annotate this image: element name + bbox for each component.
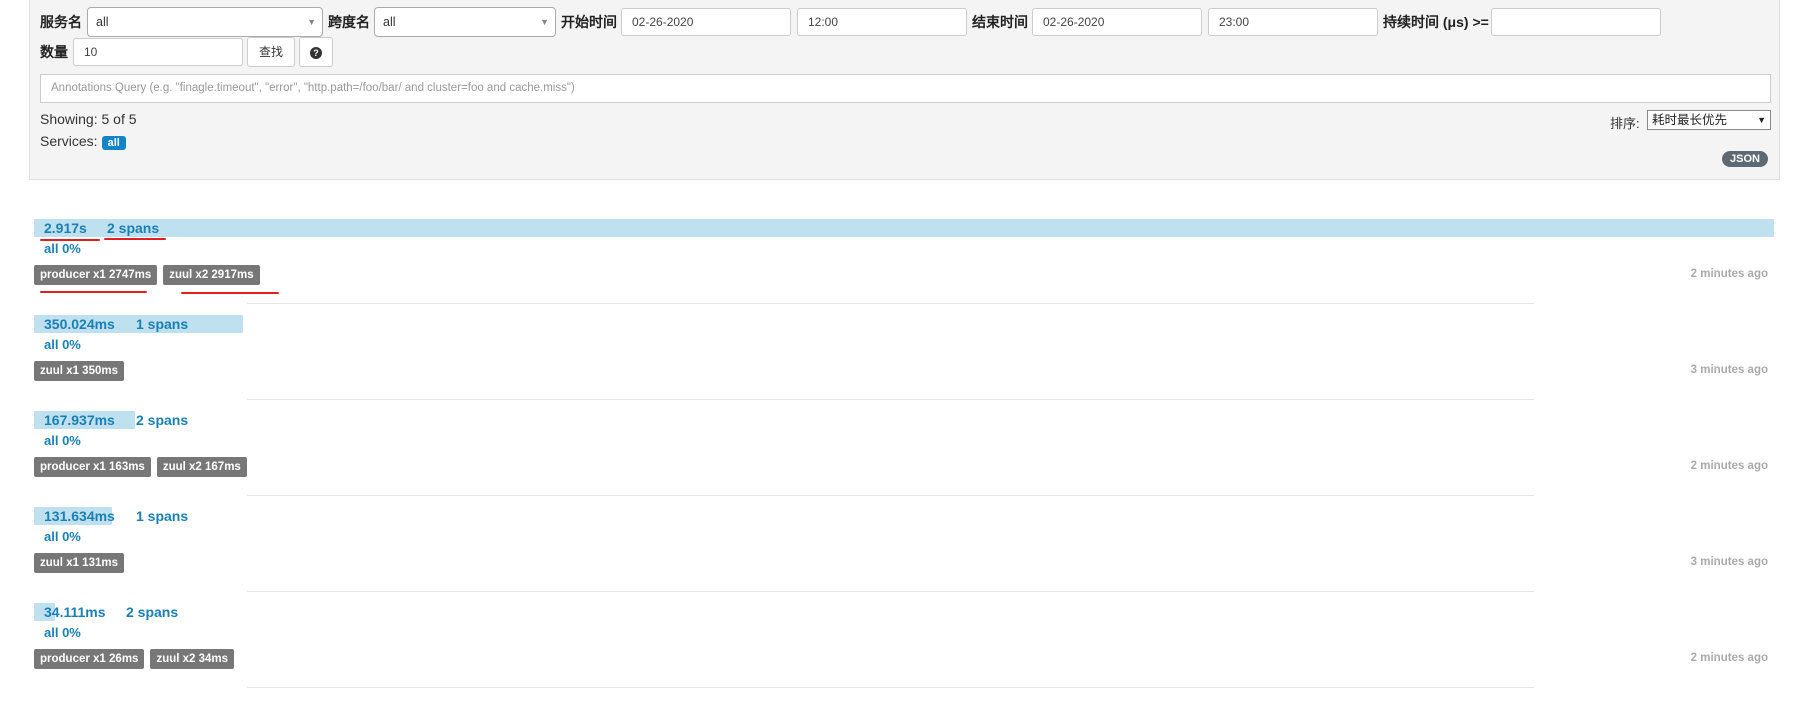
sort-label: 排序: [1610, 116, 1640, 131]
trace-duration[interactable]: 2.917s [44, 219, 87, 237]
service-tag: zuul x2 2917ms [163, 265, 260, 285]
service-tag: zuul x1 131ms [34, 553, 124, 573]
trace-duration[interactable]: 131.634ms [44, 507, 115, 525]
service-tag: zuul x1 350ms [34, 361, 124, 381]
trace-item[interactable]: 131.634ms 1 spans all 0% zuul x1 131ms 3… [34, 507, 1774, 602]
duration-input[interactable] [1491, 8, 1661, 36]
trace-duration[interactable]: 34.111ms [44, 603, 106, 621]
trace-span-count: 2 spans [136, 412, 189, 428]
service-tag: producer x1 2747ms [34, 265, 158, 285]
divider [247, 399, 1534, 400]
trace-timestamp: 3 minutes ago [1690, 364, 1768, 376]
trace-span-count: 2 spans [126, 604, 179, 620]
trace-item[interactable]: 2.917s 2 spans all 0% producer x1 2747ms… [34, 219, 1774, 314]
service-tags: producer x1 2747ms zuul x2 2917ms [34, 265, 266, 285]
json-button[interactable]: JSON [1722, 151, 1768, 167]
trace-span-count: 2 spans [107, 220, 160, 236]
trace-timestamp: 3 minutes ago [1690, 556, 1768, 568]
annotations-query-input[interactable]: Annotations Query (e.g. "finagle.timeout… [40, 74, 1771, 103]
services-label: Services: [40, 133, 98, 149]
divider [247, 687, 1534, 688]
service-tag: producer x1 26ms [34, 649, 145, 669]
red-underline-annotation [181, 292, 279, 294]
trace-timestamp: 2 minutes ago [1690, 460, 1768, 472]
trace-duration[interactable]: 350.024ms [44, 315, 115, 333]
chevron-down-icon: ▼ [540, 17, 549, 27]
trace-timestamp: 2 minutes ago [1690, 268, 1768, 280]
search-panel: 服务名 all ▼ 跨度名 all ▼ 开始时间 02-26-2020 12:0… [29, 0, 1780, 180]
question-circle-icon: ? [310, 46, 322, 59]
start-time-input[interactable]: 12:00 [797, 8, 967, 36]
start-time-label: 开始时间 [561, 14, 617, 30]
chevron-down-icon: ▼ [1757, 115, 1766, 125]
service-tags: zuul x1 131ms [34, 553, 130, 573]
trace-service-percent: all 0% [44, 241, 81, 256]
divider [247, 495, 1534, 496]
service-tag: zuul x2 167ms [156, 457, 247, 477]
end-date-input[interactable]: 02-26-2020 [1032, 8, 1202, 36]
end-time-input[interactable]: 23:00 [1208, 8, 1378, 36]
limit-label: 数量 [40, 44, 68, 60]
service-name-select[interactable]: all ▼ [87, 7, 323, 37]
trace-item[interactable]: 167.937ms 2 spans all 0% producer x1 163… [34, 411, 1774, 506]
trace-service-percent: all 0% [44, 337, 81, 352]
sort-value: 耗时最长优先 [1652, 113, 1728, 127]
service-tags: producer x1 26ms zuul x2 34ms [34, 649, 240, 669]
service-tags: producer x1 163ms zuul x2 167ms [34, 457, 253, 477]
service-badge-all[interactable]: all [101, 136, 126, 150]
trace-service-percent: all 0% [44, 625, 81, 640]
divider [247, 591, 1534, 592]
service-name-value: all [96, 15, 109, 29]
sort-select[interactable]: 耗时最长优先 ▼ [1647, 110, 1771, 130]
chevron-down-icon: ▼ [307, 17, 316, 27]
trace-span-count: 1 spans [136, 316, 189, 332]
red-underline-annotation [40, 239, 100, 241]
service-name-label: 服务名 [40, 14, 82, 30]
duration-label: 持续时间 (μs) >= [1383, 14, 1489, 30]
start-date-input[interactable]: 02-26-2020 [621, 8, 791, 36]
span-name-label: 跨度名 [328, 14, 370, 30]
duration-bar [34, 219, 1774, 237]
help-button[interactable]: ? [299, 37, 333, 67]
trace-span-count: 1 spans [136, 508, 189, 524]
find-button[interactable]: 查找 [247, 37, 295, 67]
service-tag: zuul x2 34ms [150, 649, 235, 669]
trace-item[interactable]: 350.024ms 1 spans all 0% zuul x1 350ms 3… [34, 315, 1774, 410]
services-filter: Services: all [40, 133, 126, 150]
red-underline-annotation [104, 238, 166, 240]
span-name-value: all [383, 15, 396, 29]
trace-timestamp: 2 minutes ago [1690, 652, 1768, 664]
limit-input[interactable]: 10 [73, 38, 243, 66]
divider [247, 303, 1534, 304]
trace-item[interactable]: 34.111ms 2 spans all 0% producer x1 26ms… [34, 603, 1774, 698]
trace-service-percent: all 0% [44, 433, 81, 448]
trace-duration[interactable]: 167.937ms [44, 411, 115, 429]
service-tags: zuul x1 350ms [34, 361, 130, 381]
trace-service-percent: all 0% [44, 529, 81, 544]
span-name-select[interactable]: all ▼ [374, 7, 556, 37]
end-time-label: 结束时间 [972, 14, 1028, 30]
service-tag: producer x1 163ms [34, 457, 151, 477]
red-underline-annotation [40, 291, 147, 293]
showing-count: Showing: 5 of 5 [40, 111, 137, 127]
